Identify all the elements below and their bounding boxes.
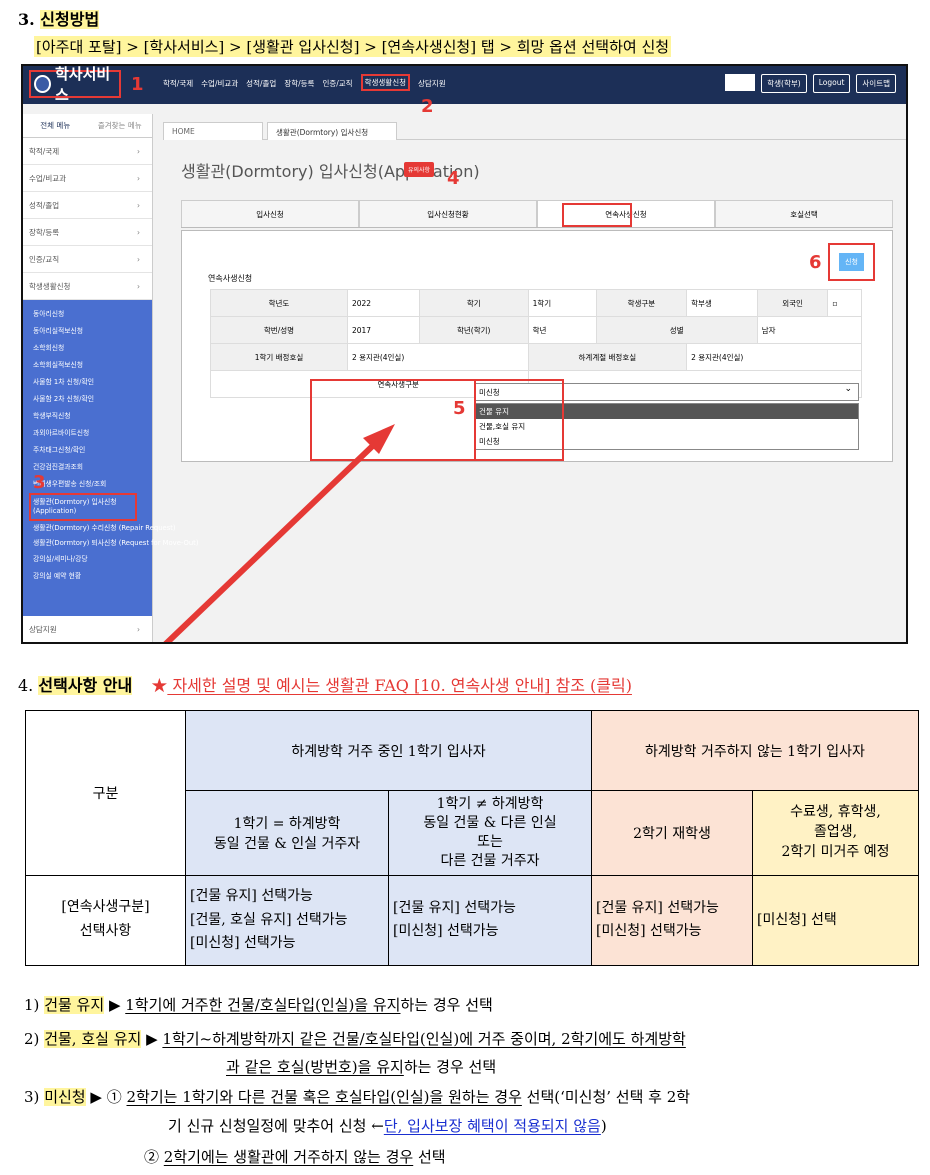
note-3-cont: 기 신규 신청일정에 맞추어 신청 ←단, 입사보장 혜택이 적용되지 않음) xyxy=(168,1117,607,1135)
col-header: 1학기 = 하계방학 동일 건물 & 인실 거주자 xyxy=(185,790,389,876)
portal-screenshot: 학사서비스 학적/국제 수업/비교과 성적/졸업 장학/등록 인증/교직 학생생… xyxy=(21,64,908,644)
table-row: [연속사생구분] 선택사항 [건물 유지] 선택가능 [건물, 호실 유지] 선택가… xyxy=(25,874,919,966)
star-icon: ★ xyxy=(151,676,168,695)
row-label: [연속사생구분] 선택사항 xyxy=(25,874,186,966)
group-header: 하계방학 거주 중인 1학기 입사자 xyxy=(185,710,592,791)
arrow-icon: ▶ xyxy=(108,996,121,1014)
table-corner: 구분 xyxy=(25,710,186,876)
table-header-row: 구분 하계방학 거주 중인 1학기 입사자 하계방학 거주하지 않는 1학기 입… xyxy=(25,710,919,876)
navigation-path: [아주대 포탈] > [학사서비스] > [생활관 입사신청] > [연속사생신… xyxy=(34,36,672,57)
arrow-icon: ▶ xyxy=(90,1088,102,1106)
red-arrow-icon xyxy=(163,424,395,642)
section-title: 선택사항 안내 xyxy=(38,676,133,695)
faq-link-text[interactable]: 자세한 설명 및 예시는 생활관 FAQ [10. 연속사생 안내] 참조 (클… xyxy=(167,676,632,695)
faq-link[interactable]: ★ 자세한 설명 및 예시는 생활관 FAQ [10. 연속사생 안내] 참조 … xyxy=(151,676,632,695)
table-cell: [건물 유지] 선택가능 [미신청] 선택가능 xyxy=(591,874,753,966)
section-3-heading: 3. 신청방법 xyxy=(18,6,100,30)
options-table: 구분 하계방학 거주 중인 1학기 입사자 하계방학 거주하지 않는 1학기 입… xyxy=(25,710,919,966)
section-number: 4. xyxy=(18,676,34,695)
col-header: 수료생, 휴학생, 졸업생, 2학기 미거주 예정 xyxy=(752,790,919,876)
group-header: 하계방학 거주하지 않는 1학기 입사자 xyxy=(591,710,919,791)
warning-text: 단, 입사보장 혜택이 적용되지 않음 xyxy=(383,1117,601,1135)
note-1: 1) 건물 유지 ▶ 1학기에 거주한 건물/호실타입(인실)을 유지하는 경우… xyxy=(24,996,493,1014)
note-3-item-2: ② 2학기에는 생활관에 거주하지 않는 경우 선택 xyxy=(144,1148,446,1166)
col-header: 2학기 재학생 xyxy=(591,790,753,876)
table-cell: [건물 유지] 선택가능 [건물, 호실 유지] 선택가능 [미신청] 선택가능 xyxy=(185,874,389,966)
table-cell: [미신청] 선택 xyxy=(752,874,919,966)
section-4-heading: 4. 선택사항 안내 ★ 자세한 설명 및 예시는 생활관 FAQ [10. 연… xyxy=(18,672,632,696)
section-number: 3. xyxy=(18,10,35,29)
note-2: 2) 건물, 호실 유지 ▶ 1학기~하계방학까지 같은 건물/호실타입(인실)… xyxy=(24,1030,686,1048)
arrow-icon: ▶ xyxy=(146,1030,158,1048)
section-title: 신청방법 xyxy=(40,10,100,29)
table-cell: [건물 유지] 선택가능 [미신청] 선택가능 xyxy=(388,874,592,966)
col-header: 1학기 ≠ 하계방학 동일 건물 & 다른 인실 또는 다른 건물 거주자 xyxy=(388,790,592,876)
note-3: 3) 미신청 ▶ ① 2학기는 1학기와 다른 건물 혹은 호실타입(인실)을 … xyxy=(24,1088,691,1106)
note-2-cont: 과 같은 호실(방번호)을 유지하는 경우 선택 xyxy=(226,1058,497,1076)
